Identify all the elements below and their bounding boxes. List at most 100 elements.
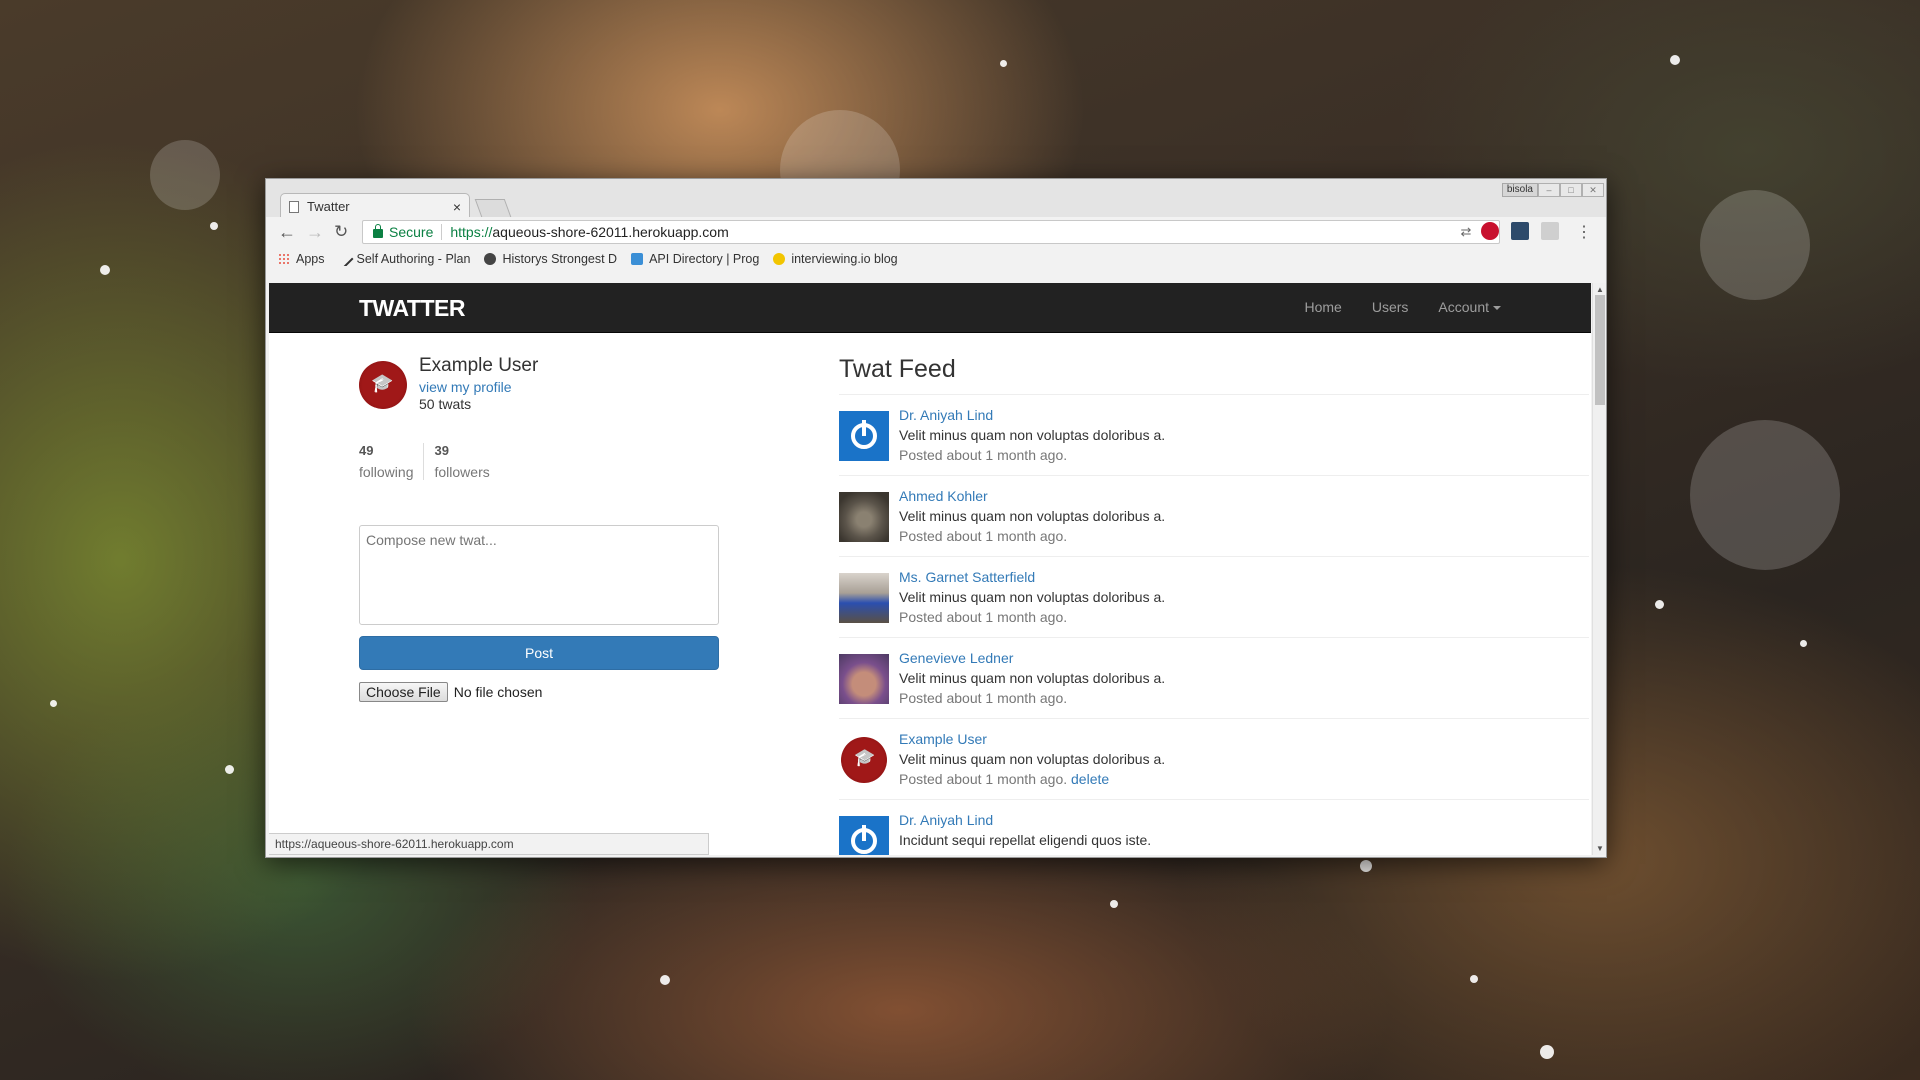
avatar[interactable]: [839, 654, 889, 704]
site-navbar: TWATTER Home Users Account: [269, 283, 1591, 333]
list-item: Dr. Aniyah Lind Incidunt sequi repellat …: [839, 800, 1589, 855]
scroll-thumb[interactable]: [1595, 295, 1605, 405]
bookmark-label: Self Authoring - Plan: [356, 252, 471, 266]
scroll-down-icon[interactable]: ▼: [1596, 844, 1604, 853]
post-timestamp: Posted about 1 month ago.: [899, 690, 1068, 706]
status-bar: https://aqueous-shore-62011.herokuapp.co…: [269, 833, 709, 855]
post-timestamp: Posted about 1 month ago.: [899, 447, 1068, 463]
adblock-icon[interactable]: [1481, 222, 1499, 240]
power-icon[interactable]: [839, 411, 889, 461]
maximize-button[interactable]: □: [1560, 183, 1582, 197]
snowflake: [1800, 640, 1807, 647]
url-protocol: https://: [450, 224, 493, 240]
profile-chip[interactable]: bisola: [1501, 183, 1538, 197]
following-count: 49: [359, 443, 374, 458]
bookmark-label: interviewing.io blog: [791, 252, 898, 266]
divider: [441, 224, 443, 240]
close-window-button[interactable]: ✕: [1582, 183, 1604, 197]
author-link[interactable]: Ms. Garnet Satterfield: [899, 569, 1035, 585]
list-item: Ahmed Kohler Velit minus quam non volupt…: [839, 476, 1589, 557]
choose-file-button[interactable]: Choose File: [359, 682, 448, 702]
bookmark-historys-strongest[interactable]: Historys Strongest D: [484, 252, 617, 266]
author-link[interactable]: Genevieve Ledner: [899, 650, 1013, 666]
snowflake: [50, 700, 57, 707]
caret-down-icon: [1493, 306, 1501, 311]
followers-label: followers: [434, 464, 490, 480]
post-timestamp-text: Posted about 1 month ago.: [899, 771, 1068, 787]
browser-window: Twatter × bisola – □ ✕ ← → ↻ Secure http…: [265, 178, 1607, 858]
bookmark-self-authoring[interactable]: Self Authoring - Plan: [338, 252, 471, 266]
following-stat[interactable]: 49 following: [359, 443, 423, 480]
page-viewport: TWATTER Home Users Account Example User …: [269, 283, 1591, 855]
bookmark-label: Historys Strongest D: [502, 252, 618, 266]
forward-arrow-icon[interactable]: →: [306, 223, 324, 241]
title-bar: Twatter × bisola – □ ✕: [266, 179, 1606, 219]
extension-icon[interactable]: [1511, 222, 1529, 240]
post-button[interactable]: Post: [359, 636, 719, 670]
nav-users[interactable]: Users: [1372, 299, 1409, 315]
post-content: Velit minus quam non voluptas doloribus …: [899, 751, 1166, 767]
lock-icon: [373, 223, 383, 238]
bookmark-apps[interactable]: Apps: [278, 252, 325, 266]
menu-dots-icon[interactable]: ⋮: [1576, 222, 1592, 242]
user-name: Example User: [419, 355, 539, 376]
graduation-cap-icon[interactable]: [839, 735, 889, 785]
bookmarks-bar: Apps Self Authoring - Plan Historys Stro…: [266, 247, 1606, 271]
avatar[interactable]: [839, 573, 889, 623]
avatar[interactable]: [359, 361, 407, 409]
bookmark-label: API Directory | Prog: [649, 252, 760, 266]
close-tab-icon[interactable]: ×: [453, 199, 461, 215]
nav-account-label: Account: [1438, 299, 1489, 315]
reload-icon[interactable]: ↻: [334, 223, 348, 241]
compose-textarea[interactable]: [359, 525, 719, 625]
author-link[interactable]: Ahmed Kohler: [899, 488, 988, 504]
list-item: Dr. Aniyah Lind Velit minus quam non vol…: [839, 395, 1589, 476]
list-item: Example User Velit minus quam non volupt…: [839, 719, 1589, 800]
url-host: aqueous-shore-62011.herokuapp.com: [492, 224, 729, 240]
nav-account-dropdown[interactable]: Account: [1438, 299, 1501, 315]
snowflake: [210, 222, 218, 230]
list-item: Genevieve Ledner Velit minus quam non vo…: [839, 638, 1589, 719]
browser-tab[interactable]: Twatter ×: [280, 193, 470, 219]
delete-link[interactable]: delete: [1071, 771, 1109, 787]
feed-title: Twat Feed: [839, 355, 1589, 395]
browser-toolbar: ← → ↻ Secure https:// aqueous-shore-6201…: [266, 217, 1606, 247]
page-icon: [289, 200, 299, 213]
translate-icon[interactable]: ⇄: [1460, 224, 1471, 240]
new-tab-button[interactable]: [474, 199, 512, 217]
minimize-button[interactable]: –: [1538, 183, 1560, 197]
site-logo[interactable]: TWATTER: [359, 295, 465, 322]
post-content: Velit minus quam non voluptas doloribus …: [899, 670, 1166, 686]
bookmark-label: Apps: [296, 252, 325, 266]
address-bar[interactable]: Secure https:// aqueous-shore-62011.hero…: [362, 220, 1500, 244]
author-link[interactable]: Example User: [899, 731, 987, 747]
post-timestamp: Posted about 1 month ago.: [899, 609, 1068, 625]
face-icon: [773, 253, 786, 265]
bookmark-api-directory[interactable]: API Directory | Prog: [631, 252, 759, 266]
post-timestamp: Posted about 1 month ago. delete: [899, 771, 1109, 787]
back-arrow-icon[interactable]: ←: [278, 223, 296, 241]
scroll-up-icon[interactable]: ▲: [1596, 285, 1604, 294]
author-link[interactable]: Dr. Aniyah Lind: [899, 407, 993, 423]
nav-home[interactable]: Home: [1304, 299, 1341, 315]
snowflake: [100, 265, 110, 275]
pen-icon: [338, 252, 353, 266]
post-content: Velit minus quam non voluptas doloribus …: [899, 427, 1166, 443]
nav-links: Home Users Account: [1304, 299, 1501, 315]
scrollbar[interactable]: ▲ ▼: [1592, 283, 1606, 855]
snowflake: [660, 975, 670, 985]
author-link[interactable]: Dr. Aniyah Lind: [899, 812, 993, 828]
post-content: Velit minus quam non voluptas doloribus …: [899, 508, 1166, 524]
power-icon[interactable]: [839, 816, 889, 855]
follow-stats: 49 following 39 followers: [359, 443, 500, 480]
twat-count: 50 twats: [419, 396, 472, 412]
avatar[interactable]: [839, 492, 889, 542]
followers-stat[interactable]: 39 followers: [423, 443, 499, 480]
view-profile-link[interactable]: view my profile: [419, 379, 512, 395]
snowflake: [1540, 1045, 1554, 1059]
no-file-label: No file chosen: [453, 684, 543, 700]
bookmark-interviewing-io[interactable]: interviewing.io blog: [773, 252, 898, 266]
printer-icon[interactable]: [1541, 222, 1559, 240]
followers-count: 39: [434, 443, 449, 458]
tab-title: Twatter: [307, 199, 350, 214]
